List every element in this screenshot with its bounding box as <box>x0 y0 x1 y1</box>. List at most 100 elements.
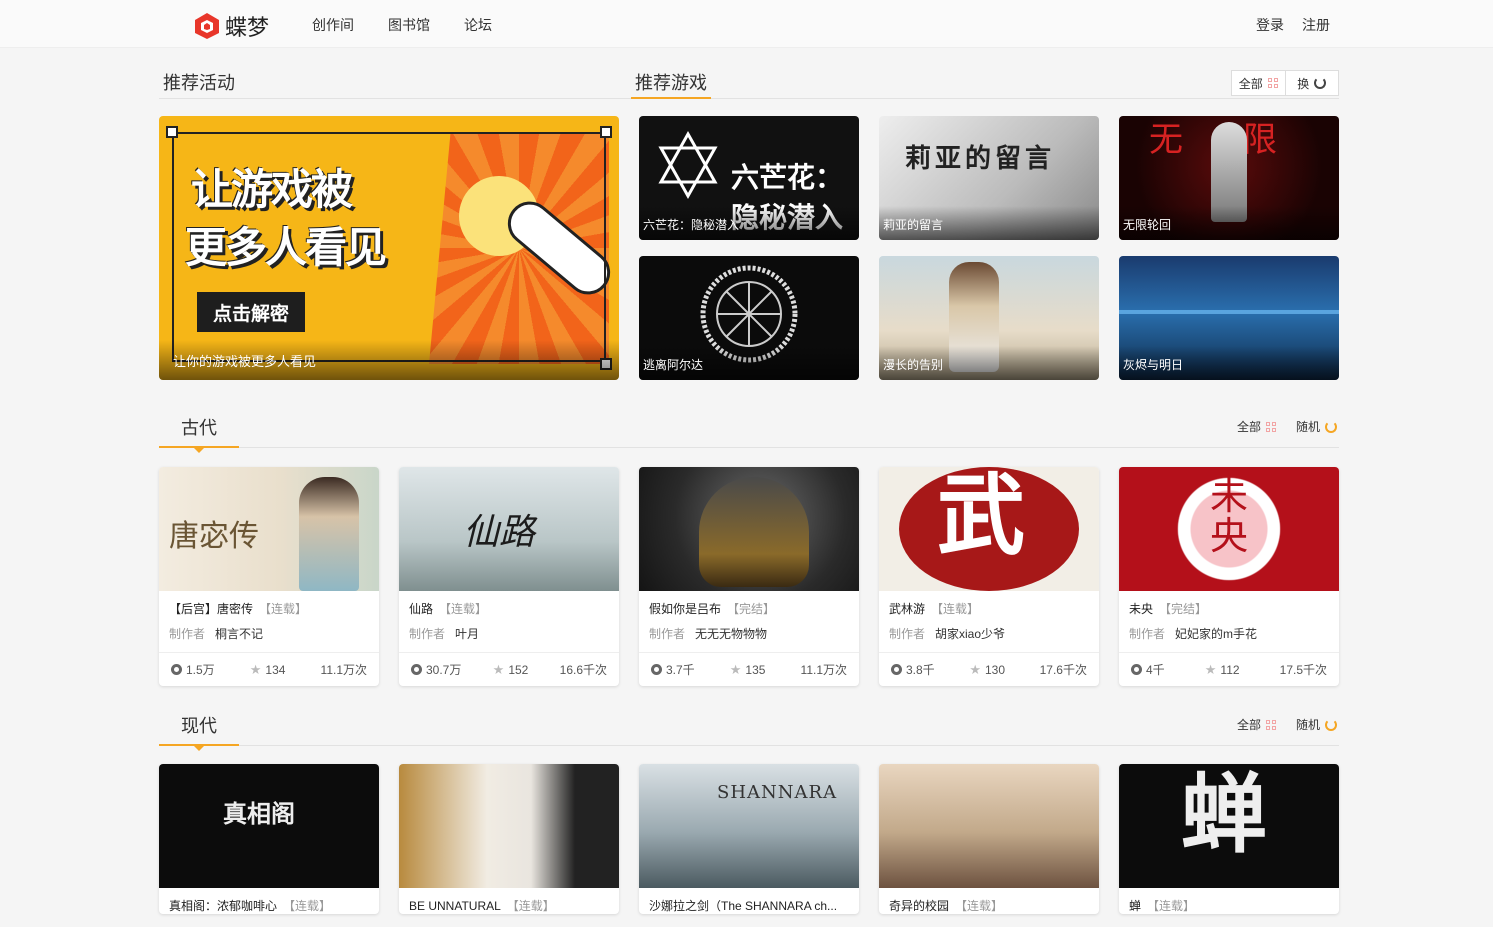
work-card[interactable]: 蝉 蝉【连载】 <box>1119 764 1339 914</box>
game-tile[interactable]: 莉亚的留言 莉亚的留言 <box>879 116 1099 240</box>
star-icon: ★ <box>249 661 262 677</box>
game-tile[interactable]: 灰烬与明日 <box>1119 256 1339 380</box>
thumb-art-text: 武 <box>937 467 1026 567</box>
coin-stat: 4千 <box>1131 661 1165 678</box>
all-games-button[interactable]: 全部 <box>1232 71 1285 95</box>
work-status: 【连载】 <box>1147 899 1196 913</box>
work-card[interactable]: 真相阁 真相阁：浓郁咖啡心 【连载】 <box>159 764 379 914</box>
divider <box>159 745 1339 746</box>
caret-icon <box>194 746 204 751</box>
star-icon: ★ <box>969 661 981 677</box>
work-title: 沙娜拉之剑（The SHANNARA ch... <box>649 899 838 913</box>
hexagram-icon <box>658 130 718 200</box>
banner-headline-2: 更多人看见 <box>185 223 387 272</box>
section-tools: 全部 随机 <box>1237 716 1338 733</box>
nav-studio[interactable]: 创作间 <box>312 15 354 35</box>
game-tile-name: 漫长的告别 <box>883 358 944 372</box>
coin-stat: 3.7千 <box>651 661 695 678</box>
site-logo[interactable]: 蝶梦 <box>193 10 269 42</box>
recommend-tools: 全部 换 <box>1231 70 1339 96</box>
work-card[interactable]: SHANNARA 沙娜拉之剑（The SHANNARA ch... <box>639 764 859 914</box>
game-tile[interactable]: 六芒花：隐秘潜入 六芒花：隐秘潜入 <box>639 116 859 240</box>
work-title: 蝉 <box>1129 899 1142 913</box>
work-thumbnail: 唐宓传 <box>159 467 379 591</box>
work-status: 【连载】 <box>955 899 1004 913</box>
nav-forum[interactable]: 论坛 <box>464 15 492 35</box>
thumb-art-text: 真相阁 <box>223 799 295 828</box>
section-title-ancient: 古代 <box>181 418 217 438</box>
frame-corner <box>600 126 612 138</box>
coin-icon <box>1131 664 1142 675</box>
star-icon: ★ <box>729 661 742 677</box>
author-label: 制作者 <box>409 627 446 641</box>
game-tile[interactable]: 无限 无限轮回 <box>1119 116 1339 240</box>
logo-icon <box>193 12 221 40</box>
work-card[interactable]: 未央 未央 【完结】 制作者 妃妃家的m手花 4千 ★ 112 17.5千次 <box>1119 467 1339 686</box>
work-thumbnail: 武 <box>879 467 1099 591</box>
coin-stat: 1.5万 <box>171 661 215 678</box>
thumb-art-text: 仙路 <box>463 512 536 553</box>
skyline-reflection-art <box>1119 310 1339 314</box>
all-label: 全部 <box>1237 718 1262 732</box>
thumb-art-text: 唐宓传 <box>169 519 259 554</box>
coin-stat: 30.7万 <box>411 661 461 678</box>
work-status: 【连载】 <box>506 899 555 913</box>
game-tile-name: 六芒花：隐秘潜入 <box>643 218 740 232</box>
work-thumbnail: 蝉 <box>1119 764 1339 888</box>
all-label: 全部 <box>1238 76 1263 91</box>
switch-button[interactable]: 换 <box>1284 71 1339 95</box>
random-button[interactable]: 随机 <box>1296 716 1338 733</box>
section-tools: 全部 随机 <box>1237 418 1338 435</box>
work-card[interactable]: BE UNNATURAL 【连载】 <box>399 764 619 914</box>
work-card[interactable]: 仙路 仙路 【连载】 制作者 叶月 30.7万 ★ 152 16.6千次 <box>399 467 619 686</box>
work-status: 【完结】 <box>1159 602 1208 616</box>
login-link[interactable]: 登录 <box>1256 15 1284 35</box>
warrior-art <box>699 477 809 587</box>
play-stat: 17.6千次 <box>1039 663 1087 677</box>
nav-library[interactable]: 图书馆 <box>388 15 430 35</box>
game-tile[interactable]: 逃离阿尔达 <box>639 256 859 380</box>
work-title: 未央 <box>1129 602 1154 616</box>
work-card[interactable]: 武 武林游 【连载】 制作者 胡家xiao少爷 3.8千 ★ 130 17.6千次 <box>879 467 1099 686</box>
caret-icon <box>194 448 204 453</box>
work-thumbnail: SHANNARA <box>639 764 859 888</box>
random-label: 随机 <box>1296 420 1321 434</box>
play-stat: 17.5千次 <box>1279 663 1327 677</box>
work-stats: 30.7万 ★ 152 16.6千次 <box>399 652 619 686</box>
author-label: 制作者 <box>649 627 686 641</box>
work-thumbnail <box>639 467 859 591</box>
game-tile[interactable]: 漫长的告别 <box>879 256 1099 380</box>
logo-text: 蝶梦 <box>225 16 270 41</box>
main-nav: 创作间 图书馆 论坛 <box>312 15 492 35</box>
work-status: 【完结】 <box>727 602 776 616</box>
all-button[interactable]: 全部 <box>1237 418 1277 435</box>
author-label: 制作者 <box>889 627 926 641</box>
work-stats: 4千 ★ 112 17.5千次 <box>1119 652 1339 686</box>
work-title: 奇异的校园 <box>889 899 950 913</box>
banner-decode-button[interactable]: 点击解密 <box>197 292 305 332</box>
work-author: 无无无物物物 <box>695 627 768 641</box>
coin-icon <box>891 664 902 675</box>
thumb-art-text: 未央 <box>1209 474 1248 558</box>
all-button[interactable]: 全部 <box>1237 716 1277 733</box>
recommend-games-title: 推荐游戏 <box>635 73 707 93</box>
work-author: 胡家xiao少爷 <box>935 627 1006 641</box>
all-label: 全部 <box>1237 420 1262 434</box>
work-card[interactable]: 奇异的校园 【连载】 <box>879 764 1099 914</box>
grid-icon <box>1267 78 1278 88</box>
work-title: 武林游 <box>889 602 926 616</box>
star-stat: ★ 152 <box>492 661 529 677</box>
coin-icon <box>651 664 662 675</box>
star-icon: ★ <box>492 661 505 677</box>
register-link[interactable]: 注册 <box>1302 15 1330 35</box>
work-card[interactable]: 唐宓传 【后宫】唐密传 【连载】 制作者 桐言不记 1.5万 ★ 134 11.1万次 <box>159 467 379 686</box>
work-stats: 1.5万 ★ 134 11.1万次 <box>159 652 379 686</box>
random-button[interactable]: 随机 <box>1296 418 1338 435</box>
work-card[interactable]: 假如你是吕布 【完结】 制作者 无无无物物物 3.7千 ★ 135 11.1万次 <box>639 467 859 686</box>
work-status: 【连载】 <box>259 602 308 616</box>
work-status: 【连载】 <box>931 602 980 616</box>
activity-banner[interactable]: 让游戏被 更多人看见 点击解密 让你的游戏被更多人看见 <box>159 116 619 380</box>
coin-icon <box>411 664 422 675</box>
work-thumbnail: 真相阁 <box>159 764 379 888</box>
game-tile-name: 逃离阿尔达 <box>643 358 704 372</box>
